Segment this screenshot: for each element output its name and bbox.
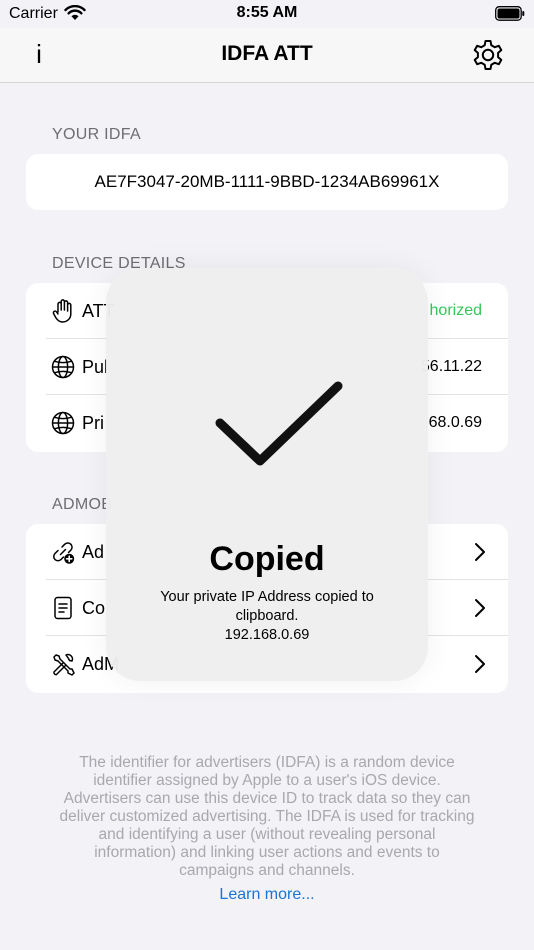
public-ip-value: 56.11.22 xyxy=(420,358,482,375)
hud-title: Copied xyxy=(209,540,325,578)
globe-icon xyxy=(51,411,75,435)
hand-icon xyxy=(52,299,72,323)
hud-message-line: Your private IP Address copied to clipbo… xyxy=(160,589,374,624)
private-ip-label: Pri xyxy=(82,413,104,433)
hud-copied-value: 192.168.0.69 xyxy=(224,627,310,643)
status-time: 8:55 AM xyxy=(236,4,298,21)
admob-section-header: ADMOB xyxy=(52,496,113,513)
navigation-bar: i IDFA ATT xyxy=(0,28,534,83)
idfa-value[interactable]: AE7F3047-20MB-1111-9BBD-1234AB69961X xyxy=(26,172,508,192)
idfa-card[interactable]: AE7F3047-20MB-1111-9BBD-1234AB69961X xyxy=(26,154,508,210)
admob-row-config-label: Co xyxy=(82,598,106,618)
public-ip-label: Pul xyxy=(82,357,109,377)
copied-hud: Copied Your private IP Address copied to… xyxy=(106,268,428,681)
checkmark-icon xyxy=(215,381,343,466)
tools-icon xyxy=(53,653,75,676)
page-title: IDFA ATT xyxy=(221,42,313,65)
globe-icon xyxy=(51,355,75,379)
battery-icon xyxy=(495,6,525,21)
status-bar: Carrier 8:55 AM xyxy=(0,0,534,28)
admob-row-add-label: Ad xyxy=(82,542,105,562)
att-status-value: horized xyxy=(429,302,482,319)
hud-message: Your private IP Address copied to clipbo… xyxy=(136,588,398,645)
link-add-icon xyxy=(53,542,75,564)
chevron-right-icon xyxy=(475,655,485,673)
idfa-section-header: YOUR IDFA xyxy=(52,126,141,143)
idfa-description: The identifier for advertisers (IDFA) is… xyxy=(59,754,475,879)
chevron-right-icon xyxy=(475,543,485,561)
chevron-right-icon xyxy=(475,599,485,617)
learn-more-link[interactable]: Learn more... xyxy=(0,886,534,904)
private-ip-value: 68.0.69 xyxy=(428,414,482,431)
gear-icon[interactable] xyxy=(471,38,505,72)
document-icon xyxy=(54,596,72,620)
